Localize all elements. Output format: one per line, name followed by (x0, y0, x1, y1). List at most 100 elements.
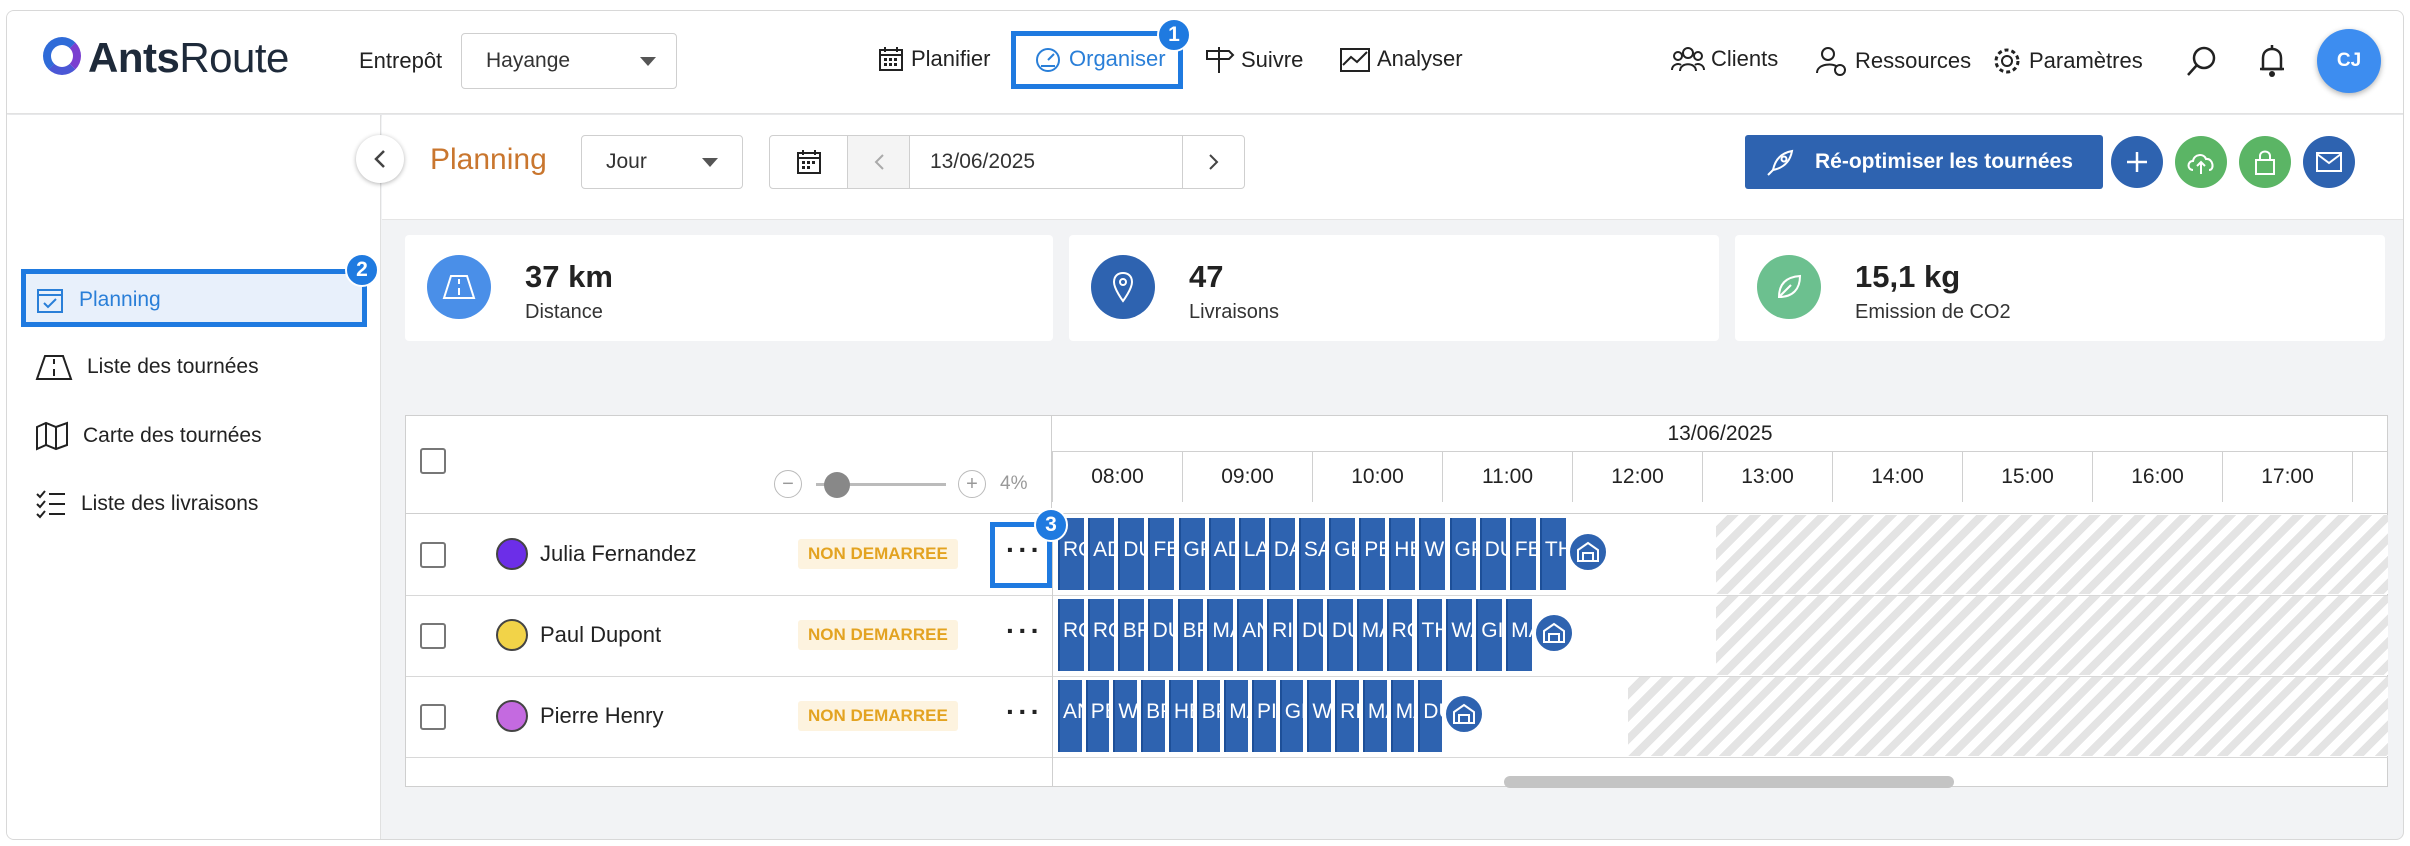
previous-day-button[interactable] (848, 136, 910, 188)
delivery-task[interactable]: LAMB (1238, 518, 1265, 590)
delivery-task[interactable]: DUP (1479, 518, 1506, 590)
delivery-task[interactable]: GRO (1178, 518, 1205, 590)
user-avatar[interactable]: CJ (2317, 29, 2381, 93)
sidebar-item-carte-tournees[interactable]: Carte des tournées (35, 421, 262, 451)
search-icon[interactable] (2185, 44, 2219, 78)
delivery-task[interactable]: DU (1118, 518, 1145, 590)
row-menu-button[interactable]: ··· (1006, 698, 1043, 726)
delivery-task[interactable]: WIEM (1307, 680, 1332, 752)
resource-color-dot (496, 700, 528, 732)
logo[interactable]: AntsRoute (88, 34, 289, 82)
people-icon (1671, 47, 1705, 72)
delivery-task[interactable]: RICH (1335, 680, 1359, 752)
horizontal-scrollbar[interactable] (1504, 776, 1954, 788)
delivery-task[interactable]: ANGEL (1237, 599, 1264, 671)
delivery-task[interactable]: THO (1416, 599, 1443, 671)
delivery-task[interactable]: GROSS (1449, 518, 1476, 590)
date-value[interactable]: 13/06/2025 (930, 150, 1035, 174)
delivery-task[interactable]: MAR (1356, 599, 1383, 671)
sidebar-item-liste-tournees[interactable]: Liste des tournées (35, 353, 259, 381)
delivery-task[interactable]: GEO (1329, 518, 1356, 590)
delivery-task[interactable]: DUPON (1326, 599, 1353, 671)
delivery-task[interactable]: HENRY (1389, 518, 1416, 590)
delivery-task[interactable]: MART (1390, 680, 1415, 752)
delivery-task[interactable]: BRICE E (1117, 599, 1144, 671)
delivery-task[interactable]: DAVI (1268, 518, 1295, 590)
timeline-hour: 17:00 (2222, 452, 2352, 502)
delivery-task[interactable]: RICH (1267, 599, 1293, 671)
row-checkbox[interactable] (420, 704, 446, 730)
delivery-task[interactable]: BRUN (1141, 680, 1165, 752)
delivery-task[interactable]: PETIT (1359, 518, 1386, 590)
zoom-out-button[interactable]: − (774, 470, 802, 498)
delivery-task[interactable]: WA (1446, 599, 1473, 671)
zoom-slider-handle[interactable] (824, 472, 850, 498)
zoom-in-button[interactable]: + (958, 470, 986, 498)
delivery-task[interactable]: ROE (1386, 599, 1413, 671)
stat-card-distance: 37 km Distance (405, 235, 1053, 341)
date-picker: 13/06/2025 (769, 135, 1245, 189)
warehouse-select[interactable]: Hayange (461, 33, 677, 89)
delivery-task[interactable]: ADA (1208, 518, 1235, 590)
top-navbar: AntsRoute Entrepôt Hayange Planifier Org… (7, 11, 2403, 114)
nav-parametres[interactable]: Paramètres (1991, 45, 2143, 77)
add-button[interactable] (2111, 136, 2163, 188)
view-mode-select[interactable]: Jour (581, 135, 743, 189)
delivery-task[interactable]: FERNA (1148, 518, 1175, 590)
grid-header-left (406, 416, 1052, 514)
delivery-task[interactable]: PIC (1252, 680, 1276, 752)
select-all-checkbox[interactable] (420, 448, 446, 474)
delivery-task[interactable]: DUR (1418, 680, 1442, 752)
resource-name[interactable]: Paul Dupont (540, 622, 661, 648)
delivery-task[interactable]: FER (1509, 518, 1536, 590)
delivery-task[interactable]: HENR (1168, 680, 1193, 752)
lock-button[interactable] (2239, 136, 2291, 188)
calendar-button[interactable] (770, 136, 848, 188)
row-checkbox[interactable] (420, 542, 446, 568)
resource-name[interactable]: Pierre Henry (540, 703, 663, 729)
email-button[interactable] (2303, 136, 2355, 188)
delivery-task[interactable]: WAGN (1113, 680, 1138, 752)
delivery-task[interactable]: ANGELI (1058, 680, 1082, 752)
delivery-task[interactable]: MART (1506, 599, 1532, 671)
row-menu-button[interactable]: ··· (1006, 617, 1043, 645)
sidebar: Planning 2 Liste des tournées Carte des … (7, 115, 381, 839)
delivery-task[interactable]: BRICE (1196, 680, 1221, 752)
delivery-task[interactable]: ADA (1088, 518, 1115, 590)
delivery-task[interactable]: MARTI (1207, 599, 1234, 671)
nav-organiser[interactable]: Organiser (1033, 45, 1166, 73)
nav-analyser[interactable]: Analyser (1339, 45, 1463, 73)
delivery-task[interactable]: GIRAR (1476, 599, 1503, 671)
delivery-task[interactable]: PETIT (1085, 680, 1110, 752)
nav-suivre[interactable]: Suivre (1203, 45, 1303, 75)
delivery-task[interactable]: GRANI (1279, 680, 1304, 752)
next-day-button[interactable] (1182, 136, 1244, 188)
collapse-sidebar-button[interactable] (356, 135, 404, 183)
delivery-task[interactable]: DUM (1297, 599, 1323, 671)
nav-planifier[interactable]: Planifier (877, 45, 990, 73)
delivery-task[interactable]: BROV (1177, 599, 1204, 671)
upload-button[interactable] (2175, 136, 2227, 188)
bell-icon[interactable] (2257, 43, 2287, 79)
depot-return-marker[interactable] (1444, 694, 1484, 734)
delivery-task[interactable]: ROUX (1087, 599, 1114, 671)
nav-clients[interactable]: Clients (1671, 45, 1778, 73)
delivery-task[interactable]: DUM (1147, 599, 1174, 671)
resource-name[interactable]: Julia Fernandez (540, 541, 697, 567)
chevron-left-icon (874, 154, 884, 170)
sidebar-item-liste-livraisons[interactable]: Liste des livraisons (35, 489, 258, 519)
reoptimize-button[interactable]: Ré-optimiser les tournées (1745, 135, 2103, 189)
status-badge: NON DEMARREE (798, 539, 958, 569)
delivery-task[interactable]: MAR (1224, 680, 1248, 752)
delivery-task[interactable]: THOM (1539, 518, 1566, 590)
sidebar-item-planning[interactable]: Planning (35, 285, 161, 315)
depot-return-marker[interactable] (1534, 613, 1574, 653)
depot-return-marker[interactable] (1568, 532, 1608, 572)
delivery-task[interactable]: ROUSS (1058, 599, 1084, 671)
nav-ressources[interactable]: Ressources (1815, 45, 1971, 77)
delivery-task[interactable]: MARTIN (1362, 680, 1387, 752)
delivery-task[interactable]: WIEME (1419, 518, 1446, 590)
delivery-task[interactable]: SANCH (1298, 518, 1325, 590)
row-checkbox[interactable] (420, 623, 446, 649)
planning-gantt: − + 4% 13/06/2025 08:00 09:00 10:00 11:00 12… (405, 415, 2388, 788)
